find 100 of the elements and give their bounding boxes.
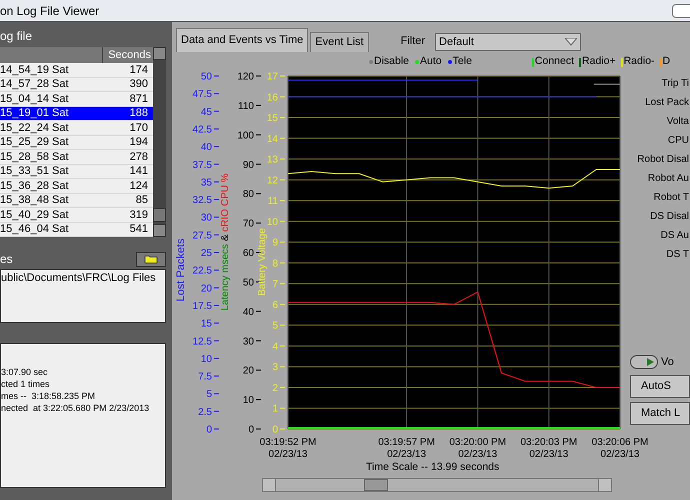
axis-tick-label: 17.5 [192, 300, 212, 312]
axis-tick-label: 11 [268, 196, 278, 208]
scroll-thumb[interactable] [364, 478, 388, 491]
axis-tick-label: 4 [272, 341, 278, 352]
summary-line: nected at 3:22:05.680 PM 2/23/2013 [1, 402, 150, 414]
axis-tick-label: 12.5 [192, 336, 212, 348]
axis-tick-label: 120 [237, 72, 254, 82]
axis-tick-label: 6 [272, 300, 278, 311]
scroll-left-icon[interactable] [263, 478, 276, 491]
axis-tick-label: 15 [266, 113, 278, 124]
axis-tick-label: 10 [242, 395, 254, 406]
axis-tick-label: 15 [200, 318, 212, 330]
file-row[interactable]: 15_25_29 Sat 194 [0, 136, 153, 150]
column-header[interactable]: Seconds [103, 47, 153, 63]
table-cell-text: 871 [130, 92, 149, 106]
toggle-label: Vo [661, 355, 674, 370]
summary-line: cted 1 times [1, 378, 51, 390]
file-row[interactable]: 15_33_51 Sat 141 [0, 164, 153, 179]
table-cell-text: 15_04_14 Sat [0, 92, 70, 106]
table-cell-text: 188 [130, 106, 149, 121]
axis-title: Lost Packets [175, 238, 187, 302]
table-cell-text: 15_38_48 Sat [0, 193, 70, 208]
file-row[interactable]: 15_28_58 Sat 278 [0, 150, 153, 164]
legend-label: Connect [534, 54, 574, 70]
file-row[interactable]: 14_54_19 Sat 174 [0, 63, 153, 78]
axis-tick-label: 22.5 [192, 266, 212, 277]
axis-tick-label: 110 [238, 100, 254, 112]
axis-tick-label: 50 [242, 277, 254, 288]
axis-tick-label: 8 [272, 258, 278, 270]
axis-tick-label: 27.5 [192, 230, 212, 242]
legend-label: Tele [452, 54, 472, 70]
axis-tick-label: 14 [266, 134, 278, 145]
axis-tick-label: 10 [266, 216, 278, 228]
table-cell-text: 15_33_51 Sat [0, 164, 70, 179]
legend-label: Radio- [624, 54, 655, 70]
file-row[interactable]: 15_19_01 Sat 188 [0, 106, 153, 121]
stat-label: CPU [668, 134, 690, 148]
axis-tick-label: 42.5 [192, 124, 212, 136]
table-cell-text: 15_40_29 Sat [0, 208, 70, 222]
table-cell-text: 14_57_28 Sat [0, 77, 70, 92]
axis-tick-label: 10 [200, 354, 212, 365]
axis-tick-label: 13 [266, 154, 278, 166]
tab[interactable]: Data and Events vs Time [176, 28, 308, 52]
folder-button[interactable] [136, 252, 166, 266]
time-tick-label: 03:19:57 PM 02/23/13 [378, 437, 435, 460]
file-row[interactable]: 14_57_28 Sat 390 [0, 78, 153, 92]
axis-tick-label: 7 [272, 279, 278, 290]
axis-tick-label: 5 [272, 320, 278, 332]
table-cell-text: 124 [130, 178, 149, 194]
stat-label: Robot Au [648, 172, 690, 186]
time-tick-label: 03:19:52 PM 02/23/13 [260, 437, 316, 460]
file-row[interactable]: 15_22_24 Sat 170 [0, 121, 153, 136]
filter-dropdown[interactable]: Default [435, 33, 582, 51]
table-cell-text: 541 [130, 222, 149, 237]
scroll-down-icon[interactable] [153, 224, 166, 237]
table-cell-text: 319 [130, 208, 149, 222]
stat-label: Lost Pack [645, 96, 690, 110]
axis-tick-label: 90 [242, 160, 254, 171]
time-scrollbar[interactable] [262, 478, 612, 492]
action-button[interactable]: Match L [630, 402, 690, 424]
summary-line: 3:07.90 sec [1, 366, 49, 378]
axis-tick-label: 2 [272, 382, 278, 394]
tab[interactable]: Event List [310, 32, 369, 52]
axis-title: Latency msecs & cRIO CPU % [220, 173, 231, 311]
table-cell-text: 15_46_04 Sat [0, 222, 70, 237]
file-row[interactable]: 15_38_48 Sat 85 [0, 194, 153, 208]
axis-tick-label: 50 [200, 72, 212, 82]
action-button[interactable]: AutoS [630, 374, 690, 398]
axis-tick-label: 32.5 [192, 195, 212, 206]
scroll-up-icon[interactable] [153, 47, 166, 60]
axis-tick-label: 40 [200, 142, 212, 154]
axis-tick-label: 25 [200, 248, 212, 259]
axis-tick-label: 9 [272, 238, 278, 249]
section-label: og file [0, 28, 34, 43]
path-field[interactable]: ublic\Documents\FRC\Log Files [0, 269, 166, 323]
filter-label: Filter [400, 34, 426, 48]
scrollbar[interactable] [153, 47, 166, 237]
axis-tick-label: 17 [266, 72, 278, 82]
file-row[interactable]: 15_36_28 Sat 124 [0, 179, 153, 194]
axis-tick-label: 0 [206, 424, 212, 436]
window-title: on Log File Viewer [0, 2, 100, 20]
axis-tick-label: 20 [200, 283, 212, 294]
table-cell-text: 15_28_58 Sat [0, 150, 70, 164]
table-cell-text: 85 [136, 193, 149, 208]
axis-tick-label: 0 [272, 424, 278, 436]
legend-label: Auto [420, 54, 442, 70]
file-row[interactable]: 15_40_29 Sat 319 [0, 208, 153, 222]
axis-tick-label: 45 [200, 106, 212, 118]
minimize-button[interactable] [672, 4, 690, 18]
scroll-thumb[interactable] [153, 208, 166, 222]
table-cell-text: 194 [130, 135, 149, 150]
file-row[interactable]: 15_46_04 Sat 541 [0, 222, 153, 237]
stat-label: DS Au [660, 229, 690, 243]
axis-tick-label: 7.5 [198, 372, 212, 383]
table-cell-text: 174 [130, 62, 149, 78]
section-label: es [0, 251, 13, 268]
scroll-right-icon[interactable] [598, 478, 611, 491]
axis-title: Battery Voltage [257, 228, 268, 296]
table-cell-text: 15_22_24 Sat [0, 120, 70, 136]
toggle-switch[interactable] [630, 355, 658, 370]
